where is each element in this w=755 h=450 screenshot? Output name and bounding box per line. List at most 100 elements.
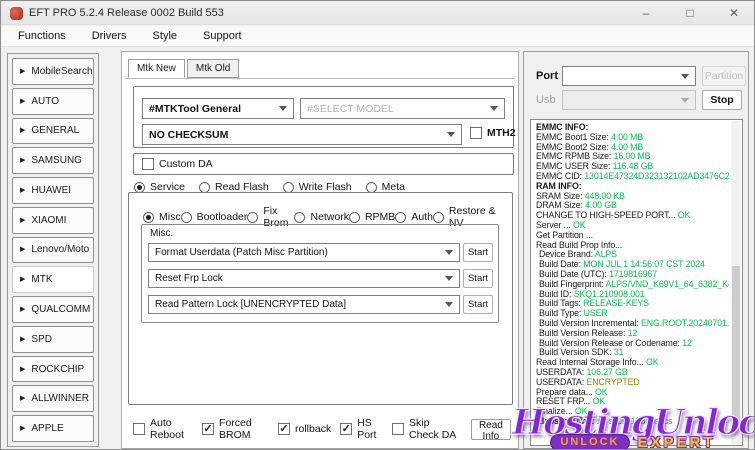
log-line: EMMC USER Size: 116.48 GB bbox=[536, 162, 729, 172]
chevron-right-icon: ▶ bbox=[20, 216, 26, 224]
chevron-right-icon: ▶ bbox=[20, 67, 26, 75]
chevron-right-icon: ▶ bbox=[20, 246, 26, 254]
log-label: Build Tags: bbox=[539, 299, 581, 309]
log-line: EMMC Boot1 Size: 4.00 MB bbox=[536, 133, 729, 143]
sidebar-item-xiaomi[interactable]: ▶ XIAOMI bbox=[12, 206, 94, 234]
misc-group-title: Misc. bbox=[150, 228, 174, 239]
sidebar: ▶ MobileSearch ▶ AUTO ▶ GENERAL ▶ SAMSUNG ▶ HUAWE… bbox=[7, 53, 99, 447]
menu-item-support[interactable]: Support bbox=[190, 26, 255, 46]
misc-option-combo[interactable]: Read Pattern Lock [UNENCRYPTED Data] bbox=[148, 295, 460, 314]
sidebar-item-huawei[interactable]: ▶ HUAWEI bbox=[12, 177, 94, 204]
tab-mtk-new[interactable]: Mtk New bbox=[128, 59, 185, 78]
model-select-combo[interactable]: #SELECT MODEL bbox=[300, 98, 505, 119]
menu-item-functions[interactable]: Functions bbox=[5, 26, 79, 46]
log-label: Finalize... bbox=[536, 407, 573, 417]
checkbox-custom-da[interactable]: Custom DA bbox=[142, 158, 213, 170]
sidebar-item-allwinner[interactable]: ▶ ALLWINNER bbox=[12, 385, 94, 413]
misc-option-combo[interactable]: Format Userdata (Patch Misc Partition) bbox=[148, 243, 460, 262]
chevron-right-icon: ▶ bbox=[20, 335, 26, 343]
checkbox-skip-check-da[interactable]: Skip Check DA bbox=[392, 417, 462, 441]
sidebar-item-rockchip[interactable]: ▶ ROCKCHIP bbox=[12, 355, 94, 383]
sidebar-item-lenovo-moto[interactable]: ▶ Lenovo/Moto bbox=[12, 236, 94, 264]
sidebar-item-label: ALLWINNER bbox=[31, 393, 89, 405]
log-value: 16.00 MB bbox=[611, 152, 651, 162]
start-button[interactable]: Start bbox=[463, 269, 493, 288]
log-value: SKQ1.210908.001 bbox=[571, 289, 645, 299]
close-icon[interactable]: ✕ bbox=[722, 1, 746, 25]
chevron-down-icon bbox=[279, 106, 287, 111]
misc-row: Reset Frp Lock Start bbox=[148, 269, 493, 288]
log-label: CHANGE TO HIGH-SPEED PORT... bbox=[536, 211, 676, 221]
checkbox-auto-reboot[interactable]: Auto Reboot bbox=[133, 417, 193, 441]
chevron-right-icon: ▶ bbox=[20, 425, 26, 433]
log-value: OK bbox=[570, 220, 586, 230]
start-button[interactable]: Start bbox=[463, 295, 493, 314]
minimize-icon[interactable]: – bbox=[634, 1, 658, 25]
checkbox-forced-brom[interactable]: ✓ Forced BROM bbox=[202, 417, 269, 441]
sidebar-item-mtk[interactable]: ▶ MTK bbox=[12, 266, 94, 294]
menu-item-drivers[interactable]: Drivers bbox=[79, 26, 140, 46]
radio-icon bbox=[432, 211, 444, 223]
checkbox-icon: ✓ bbox=[202, 423, 215, 435]
combo-placeholder: #SELECT MODEL bbox=[307, 102, 394, 115]
sidebar-item-qualcomm[interactable]: ▶ QUALCOMM bbox=[12, 296, 94, 323]
sidebar-item-spd[interactable]: ▶ SPD bbox=[12, 325, 94, 353]
checkbox-hs-port[interactable]: ✓ HS Port bbox=[340, 417, 383, 441]
log-line: Build Fingerprint: ALPS/VND_K69V1_64_638… bbox=[536, 280, 729, 290]
chevron-down-icon bbox=[681, 73, 689, 79]
log-value: OK bbox=[590, 397, 606, 407]
misc-option-combo[interactable]: Reset Frp Lock bbox=[148, 269, 460, 288]
checkbox-rollback[interactable]: ✓ rollback bbox=[278, 423, 331, 435]
log-line: Build Type: USER bbox=[536, 309, 729, 319]
read-info-button[interactable]: Read Info bbox=[470, 418, 511, 442]
checkbox-mth2[interactable]: MTH2 bbox=[470, 127, 516, 139]
maximize-icon[interactable]: □ bbox=[678, 1, 702, 25]
sidebar-item-general[interactable]: ▶ GENERAL bbox=[12, 117, 94, 145]
menu-item-style[interactable]: Style bbox=[140, 26, 190, 46]
log-label: EMMC Boot2 Size: bbox=[536, 142, 609, 152]
sidebar-item-label: GENERAL bbox=[31, 125, 80, 137]
log-label: Build Version Release or Codename: bbox=[539, 338, 680, 348]
log-label: DRAM Size: bbox=[536, 201, 583, 211]
radio-icon bbox=[199, 181, 211, 193]
sidebar-item-label: SAMSUNG bbox=[31, 155, 82, 167]
scrollbar-thumb[interactable] bbox=[732, 266, 740, 422]
log-line: SRAM Size: 448.00 KB bbox=[536, 192, 729, 202]
log-label: Elapsed Time: bbox=[536, 416, 595, 426]
start-button[interactable]: Start bbox=[463, 243, 493, 262]
log-value: 4.00 MB bbox=[608, 142, 644, 152]
checkbox-icon: ✓ bbox=[278, 423, 291, 435]
sidebar-item-label: MTK bbox=[31, 274, 53, 286]
sidebar-item-label: XIAOMI bbox=[31, 214, 67, 226]
port-combo[interactable] bbox=[562, 66, 696, 86]
log-value: ENG.ROOT.20240701.145644 bbox=[640, 318, 729, 328]
log-scrollbar[interactable] bbox=[731, 121, 741, 444]
tool-select-group: #MTKTool General #SELECT MODEL NO CHECKS… bbox=[133, 86, 516, 148]
app-window: EFT PRO 5.2.4 Release 0002 Build 553 – □… bbox=[0, 0, 755, 450]
mtk-tool-combo[interactable]: #MTKTool General bbox=[142, 98, 294, 119]
log-label: RAM INFO: bbox=[536, 181, 582, 191]
log-label: Build Date (UTC): bbox=[539, 269, 607, 279]
log-label: Build Fingerprint: bbox=[539, 279, 604, 289]
sidebar-item-mobilesearch[interactable]: ▶ MobileSearch bbox=[12, 58, 94, 85]
sidebar-item-auto[interactable]: ▶ AUTO bbox=[12, 87, 94, 115]
sidebar-item-label: SPD bbox=[31, 333, 52, 345]
log-value: USER bbox=[581, 309, 608, 319]
chevron-right-icon: ▶ bbox=[20, 127, 26, 135]
sidebar-item-label: Lenovo/Moto bbox=[31, 244, 90, 256]
log-label: Read Build Prop Info... bbox=[536, 240, 623, 250]
sidebar-item-label: APPLE bbox=[31, 423, 64, 435]
stop-button[interactable]: Stop bbox=[702, 90, 742, 110]
combo-value: Format Userdata (Patch Misc Partition) bbox=[155, 247, 328, 258]
combo-value: #MTKTool General bbox=[149, 102, 241, 115]
sidebar-item-samsung[interactable]: ▶ SAMSUNG bbox=[12, 147, 94, 175]
log-line: EMMC RPMB Size: 16.00 MB bbox=[536, 152, 729, 162]
checksum-combo[interactable]: NO CHECKSUM bbox=[142, 124, 462, 145]
window-title: EFT PRO 5.2.4 Release 0002 Build 553 bbox=[29, 7, 224, 19]
tab-mtk-old[interactable]: Mtk Old bbox=[186, 59, 240, 78]
log-line: Build ID: SKQ1.210908.001 bbox=[536, 290, 729, 300]
chevron-right-icon: ▶ bbox=[20, 97, 26, 105]
sidebar-item-apple[interactable]: ▶ APPLE bbox=[12, 415, 94, 442]
service-group: Misc Bootloader Fix Brom Network RPMB Auth Res… bbox=[128, 192, 513, 405]
service-radio-label: RPMB bbox=[364, 211, 396, 223]
